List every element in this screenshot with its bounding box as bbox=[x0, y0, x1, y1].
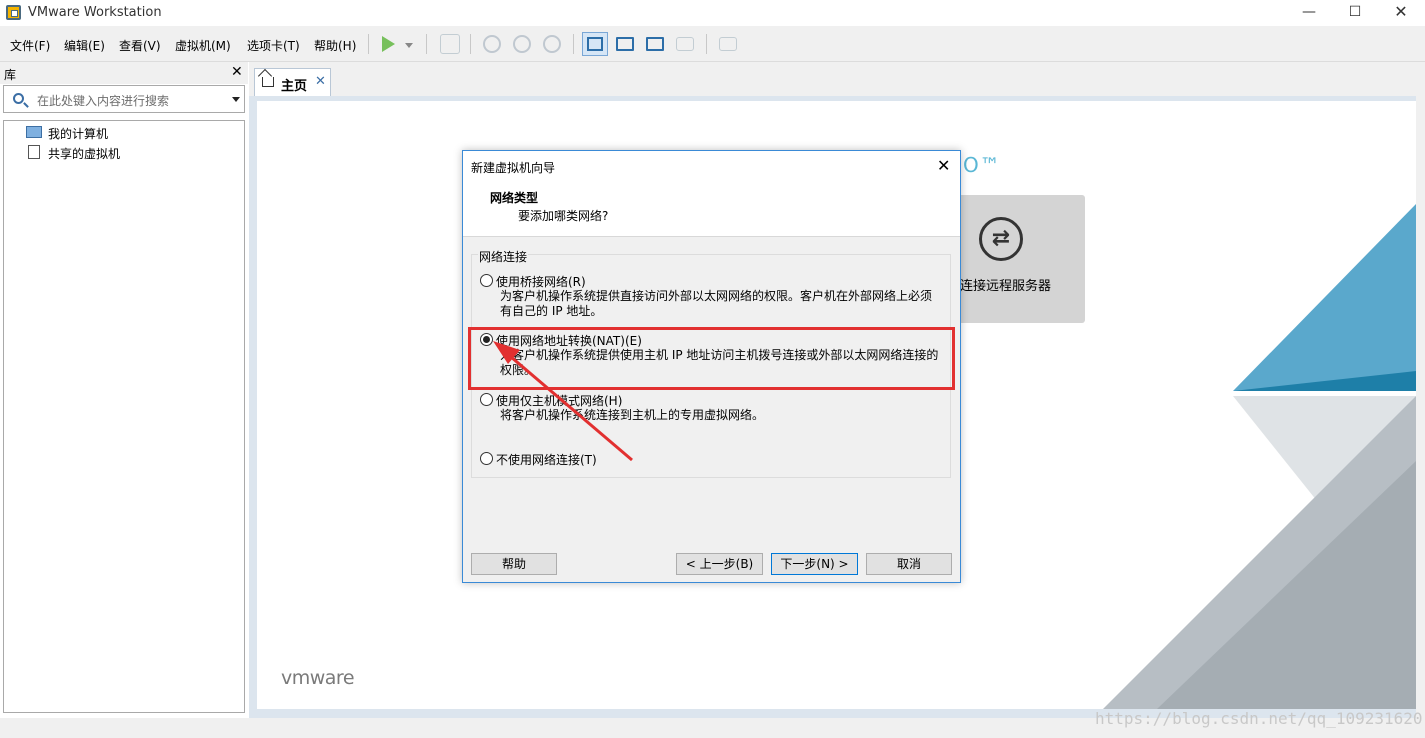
option-bridged-label[interactable]: 使用桥接网络(R) bbox=[496, 273, 586, 290]
nat-highlight-box bbox=[468, 327, 955, 390]
cancel-button[interactable]: 取消 bbox=[866, 553, 952, 575]
radio-host-only[interactable] bbox=[480, 393, 493, 406]
snapshot-manager-icon[interactable] bbox=[543, 35, 561, 53]
dialog-heading: 网络类型 bbox=[490, 191, 539, 205]
watermark-text: https://blog.csdn.net/qq_109231620 bbox=[1095, 709, 1423, 728]
power-dropdown-icon[interactable] bbox=[405, 43, 413, 48]
vmware-logo: vmware bbox=[281, 667, 355, 689]
tree-item-shared-vms[interactable]: 共享的虚拟机 bbox=[48, 145, 120, 162]
minimize-button[interactable]: — bbox=[1286, 0, 1332, 26]
library-tree: 我的计算机 共享的虚拟机 bbox=[3, 120, 245, 713]
help-button[interactable]: 帮助 bbox=[471, 553, 557, 575]
dialog-close-button[interactable]: ✕ bbox=[937, 156, 950, 175]
library-title: 库 bbox=[4, 68, 17, 82]
tab-close-button[interactable]: ✕ bbox=[315, 74, 326, 89]
search-placeholder: 在此处键入内容进行搜索 bbox=[37, 94, 170, 108]
show-library-toggle[interactable] bbox=[582, 32, 608, 56]
toolbar-separator bbox=[470, 34, 471, 54]
menu-edit[interactable]: 编辑(E) bbox=[64, 37, 105, 54]
thumbnail-bar-icon[interactable] bbox=[616, 37, 634, 51]
menu-toolbar: 文件(F) 编辑(E) 查看(V) 虚拟机(M) 选项卡(T) 帮助(H) bbox=[0, 26, 1425, 62]
tab-strip bbox=[249, 62, 1425, 96]
menu-tabs[interactable]: 选项卡(T) bbox=[247, 37, 300, 54]
new-vm-wizard-dialog: 新建虚拟机向导 ✕ 网络类型 要添加哪类网络? 网络连接 使用桥接网络(R) 为… bbox=[462, 150, 961, 583]
dialog-title: 新建虚拟机向导 bbox=[471, 161, 556, 175]
console-view-icon[interactable] bbox=[719, 37, 737, 51]
option-host-only-desc: 将客户机操作系统连接到主机上的专用虚拟网络。 bbox=[500, 408, 765, 422]
vmware-app-icon bbox=[6, 5, 21, 20]
option-no-network-label[interactable]: 不使用网络连接(T) bbox=[496, 451, 597, 468]
toolbar-separator bbox=[573, 34, 574, 54]
tree-item-my-computer[interactable]: 我的计算机 bbox=[48, 125, 108, 142]
network-connection-group-label: 网络连接 bbox=[478, 248, 529, 265]
search-icon bbox=[13, 93, 24, 104]
snapshot-icon[interactable] bbox=[483, 35, 501, 53]
computer-icon bbox=[26, 126, 42, 138]
dialog-title-bar: 新建虚拟机向导 ✕ bbox=[463, 151, 960, 181]
menu-view[interactable]: 查看(V) bbox=[119, 37, 161, 54]
library-close-button[interactable]: ✕ bbox=[231, 64, 243, 80]
library-header: 库 ✕ bbox=[0, 62, 248, 84]
full-screen-icon[interactable] bbox=[646, 37, 664, 51]
back-button[interactable]: < 上一步(B) bbox=[676, 553, 763, 575]
power-on-icon[interactable] bbox=[382, 36, 395, 52]
title-bar: VMware Workstation — ☐ ✕ bbox=[0, 0, 1425, 26]
library-view-icon bbox=[587, 37, 603, 51]
toolbar-separator bbox=[426, 34, 427, 54]
right-edge bbox=[1416, 96, 1425, 718]
window-title: VMware Workstation bbox=[28, 5, 162, 20]
next-button[interactable]: 下一步(N) > bbox=[771, 553, 858, 575]
toolbar-separator bbox=[706, 34, 707, 54]
tab-home[interactable]: 主页 ✕ bbox=[254, 68, 331, 96]
shared-vm-icon bbox=[28, 145, 40, 159]
radio-no-network[interactable] bbox=[480, 452, 493, 465]
dialog-subheading: 要添加哪类网络? bbox=[518, 209, 609, 223]
radio-bridged[interactable] bbox=[480, 274, 493, 287]
product-trademark: O™ bbox=[963, 153, 1001, 177]
library-search-input[interactable]: 在此处键入内容进行搜索 bbox=[3, 85, 245, 113]
close-window-button[interactable]: ✕ bbox=[1378, 0, 1424, 26]
tab-home-label: 主页 bbox=[281, 79, 308, 94]
toolbar-separator bbox=[368, 34, 369, 54]
send-ctrl-alt-del-icon[interactable] bbox=[440, 34, 460, 54]
revert-snapshot-icon[interactable] bbox=[513, 35, 531, 53]
dialog-header: 网络类型 要添加哪类网络? bbox=[463, 181, 960, 237]
menu-file[interactable]: 文件(F) bbox=[10, 37, 50, 54]
option-bridged-desc: 为客户机操作系统提供直接访问外部以太网网络的权限。客户机在外部网络上必须有自己的… bbox=[500, 289, 933, 318]
maximize-button[interactable]: ☐ bbox=[1332, 0, 1378, 26]
home-icon bbox=[262, 77, 274, 87]
search-dropdown-icon[interactable] bbox=[232, 97, 240, 102]
unity-icon[interactable] bbox=[676, 37, 694, 51]
option-host-only-label[interactable]: 使用仅主机模式网络(H) bbox=[496, 392, 622, 409]
menu-vm[interactable]: 虚拟机(M) bbox=[175, 37, 231, 54]
connect-remote-icon bbox=[979, 217, 1023, 261]
menu-help[interactable]: 帮助(H) bbox=[314, 37, 356, 54]
